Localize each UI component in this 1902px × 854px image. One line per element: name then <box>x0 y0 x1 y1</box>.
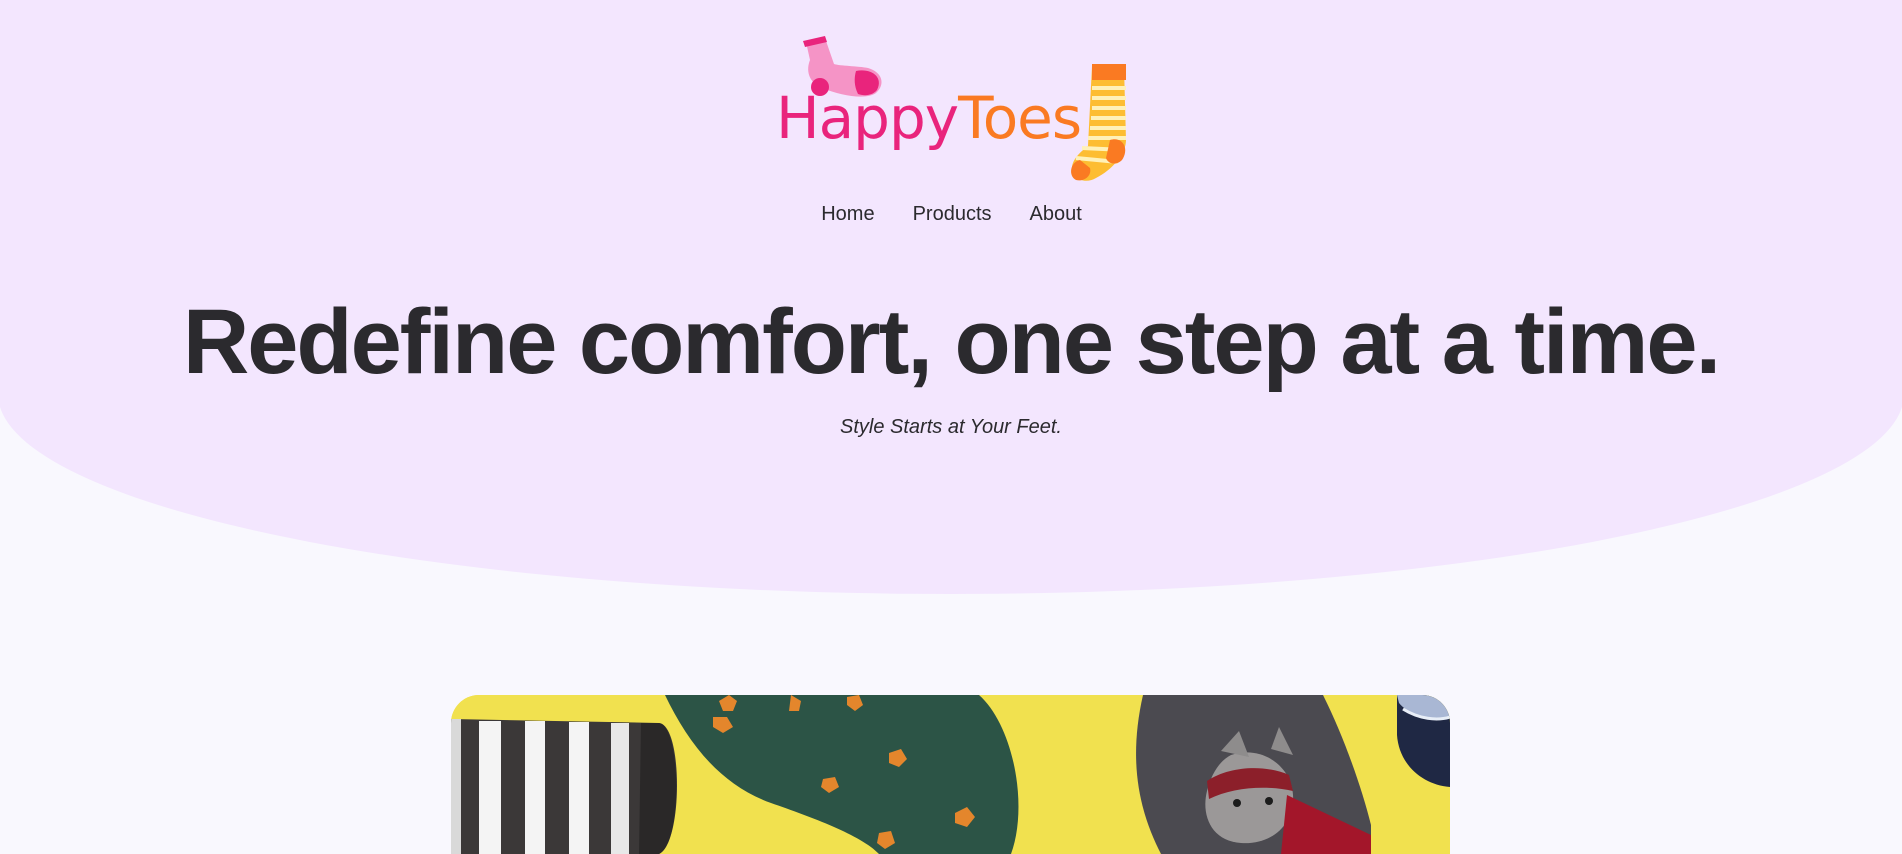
hero-tagline: Style Starts at Your Feet. <box>840 416 1062 438</box>
main-nav: Home Products About <box>0 200 1902 228</box>
brand-name-toes: Toes <box>958 84 1082 152</box>
nav-products-link[interactable]: Products <box>913 200 992 228</box>
featured-socks-image <box>451 695 1450 854</box>
brand-wordmark[interactable]: HappyToes <box>776 84 1082 152</box>
brand-name-happy: Happy <box>776 84 959 152</box>
nav-about-link[interactable]: About <box>1030 200 1082 228</box>
nav-home-link[interactable]: Home <box>821 200 874 228</box>
hero-headline: Redefine comfort, one step at a time. <box>182 291 1721 393</box>
